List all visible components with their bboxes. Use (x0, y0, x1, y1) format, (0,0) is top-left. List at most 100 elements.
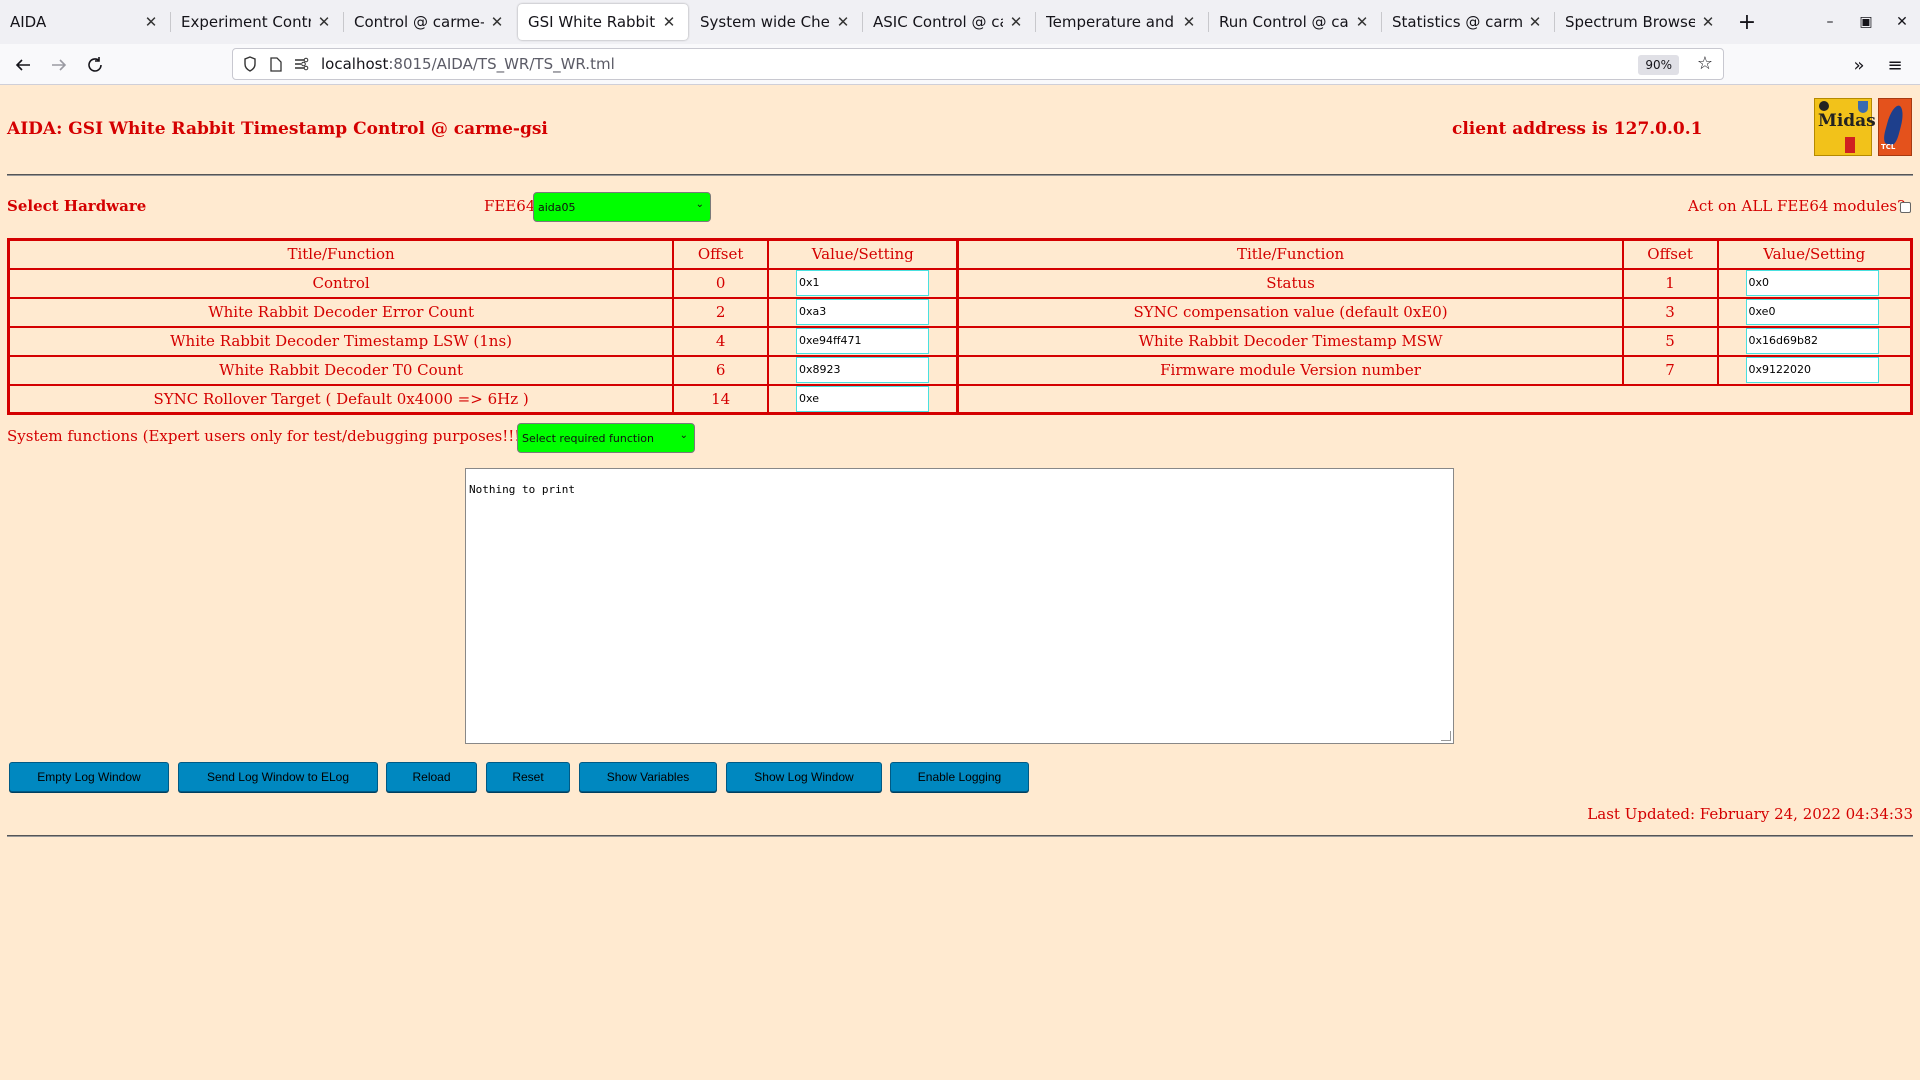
tab-label: Run Control @ carme (1219, 13, 1349, 31)
register-title: White Rabbit Decoder T0 Count (7, 354, 675, 386)
register-title: White Rabbit Decoder Error Count (7, 296, 675, 328)
tab-label: Temperature and stat (1046, 13, 1176, 31)
register-title: White Rabbit Decoder Timestamp MSW (956, 325, 1624, 357)
page-icon[interactable] (267, 55, 285, 73)
zoom-level[interactable]: 90% (1638, 55, 1679, 75)
client-address: client address is 127.0.0.1 (1452, 119, 1703, 139)
register-value-cell: 0x1 (767, 267, 959, 299)
column-header-title: Title/Function (956, 238, 1624, 270)
register-offset: 3 (1621, 296, 1719, 328)
show-variables-button[interactable]: Show Variables (579, 762, 717, 792)
midas-logo-text: Midas (1818, 111, 1876, 131)
tab-aida[interactable]: AIDA ✕ (0, 0, 170, 44)
last-updated: Last Updated: February 24, 2022 04:34:33 (1587, 805, 1913, 823)
close-tab-icon[interactable]: ✕ (315, 13, 333, 31)
tab-asic-control[interactable]: ASIC Control @ carm ✕ (863, 0, 1035, 44)
register-offset: 1 (1621, 267, 1719, 299)
column-header-title: Title/Function (7, 238, 675, 270)
bookmark-star-icon[interactable]: ☆ (1697, 53, 1713, 74)
tab-label: System wide Checks (700, 13, 830, 31)
system-functions-select[interactable]: Select required function ⌄ (517, 423, 695, 453)
act-all-label: Act on ALL FEE64 modules? (1688, 197, 1906, 215)
act-all-checkbox[interactable] (1900, 202, 1911, 213)
register-value-input[interactable]: 0x9122020 (1745, 357, 1879, 383)
tab-spectrum-browser[interactable]: Spectrum Browser @ ✕ (1555, 0, 1727, 44)
register-offset: 7 (1621, 354, 1719, 386)
feather-icon (1882, 103, 1906, 147)
flag-emblem-icon (1845, 137, 1855, 153)
close-tab-icon[interactable]: ✕ (1007, 13, 1025, 31)
register-value-cell: 0xe (767, 383, 959, 415)
close-tab-icon[interactable]: ✕ (1526, 13, 1544, 31)
maximize-icon[interactable]: ▣ (1848, 0, 1884, 44)
new-tab-button[interactable]: + (1727, 0, 1767, 44)
url-host: localhost (321, 55, 389, 73)
empty-log-window-button[interactable]: Empty Log Window (9, 762, 169, 792)
url-text[interactable]: localhost:8015/AIDA/TS_WR/TS_WR.tml (321, 55, 615, 73)
register-value-input[interactable]: 0xe0 (1745, 299, 1879, 325)
minimize-icon[interactable]: – (1812, 0, 1848, 44)
fee64-select[interactable]: aida05 ⌄ (533, 192, 711, 222)
register-value-input[interactable]: 0xa3 (796, 299, 930, 325)
show-log-window-button[interactable]: Show Log Window (726, 762, 882, 792)
close-tab-icon[interactable]: ✕ (1699, 13, 1717, 31)
reload-icon[interactable] (80, 50, 110, 80)
tab-label: Experiment Control @ (181, 13, 311, 31)
close-tab-icon[interactable]: ✕ (1180, 13, 1198, 31)
navigation-toolbar: localhost:8015/AIDA/TS_WR/TS_WR.tml 90% … (0, 44, 1920, 85)
permissions-icon[interactable] (293, 55, 311, 73)
register-value-input[interactable]: 0x0 (1745, 270, 1879, 296)
register-offset: 6 (672, 354, 770, 386)
hamburger-menu-icon[interactable]: ≡ (1880, 50, 1910, 80)
close-tab-icon[interactable]: ✕ (660, 13, 678, 31)
close-tab-icon[interactable]: ✕ (142, 13, 160, 31)
register-title: Firmware module Version number (956, 354, 1624, 386)
overflow-menu-icon[interactable]: » (1844, 50, 1874, 80)
enable-logging-button[interactable]: Enable Logging (890, 762, 1029, 792)
column-header-value: Value/Setting (767, 238, 959, 270)
send-log-to-elog-button[interactable]: Send Log Window to ELog (178, 762, 378, 792)
url-bar[interactable]: localhost:8015/AIDA/TS_WR/TS_WR.tml 90% … (232, 48, 1724, 80)
divider (7, 174, 1913, 176)
close-tab-icon[interactable]: ✕ (488, 13, 506, 31)
register-value-input[interactable]: 0x1 (796, 270, 930, 296)
register-title: SYNC Rollover Target ( Default 0x4000 =>… (7, 383, 675, 415)
tab-temperature[interactable]: Temperature and stat ✕ (1036, 0, 1208, 44)
register-offset: 14 (672, 383, 770, 415)
reload-button[interactable]: Reload (386, 762, 477, 792)
close-tab-icon[interactable]: ✕ (834, 13, 852, 31)
register-value-cell: 0x9122020 (1716, 354, 1913, 386)
tab-gsi-white-rabbit[interactable]: GSI White Rabbit Tim ✕ (518, 4, 688, 40)
close-tab-icon[interactable]: ✕ (1353, 13, 1371, 31)
tab-experiment-control[interactable]: Experiment Control @ ✕ (171, 0, 343, 44)
tab-control[interactable]: Control @ carme-gsi ✕ (344, 0, 516, 44)
register-value-input[interactable]: 0x8923 (796, 357, 930, 383)
table-row: White Rabbit Decoder Error Count 2 0xa3 … (7, 296, 1913, 328)
reset-button[interactable]: Reset (486, 762, 570, 792)
register-value-cell: 0x8923 (767, 354, 959, 386)
register-value-input[interactable]: 0xe (796, 385, 930, 412)
register-value-input[interactable]: 0xe94ff471 (796, 328, 930, 354)
register-value-input[interactable]: 0x16d69b82 (1745, 328, 1879, 354)
select-hardware-label: Select Hardware (7, 197, 147, 215)
close-window-icon[interactable]: ✕ (1884, 0, 1920, 44)
fee64-label: FEE64 (484, 197, 536, 215)
register-offset: 0 (672, 267, 770, 299)
shield-icon[interactable] (241, 55, 259, 73)
midas-logo: Midas (1814, 98, 1876, 156)
back-icon[interactable] (8, 50, 38, 80)
log-text: Nothing to print (469, 483, 575, 496)
tab-run-control[interactable]: Run Control @ carme ✕ (1209, 0, 1381, 44)
column-header-value: Value/Setting (1716, 238, 1913, 270)
log-window[interactable]: Nothing to print (465, 468, 1454, 744)
tab-statistics[interactable]: Statistics @ carme-g ✕ (1382, 0, 1554, 44)
resize-grip-icon[interactable] (1441, 731, 1451, 741)
divider (7, 835, 1913, 837)
register-title: SYNC compensation value (default 0xE0) (956, 296, 1624, 328)
page-content: AIDA: GSI White Rabbit Timestamp Control… (0, 86, 1920, 1080)
table-row: White Rabbit Decoder T0 Count 6 0x8923 F… (7, 354, 1913, 386)
tab-system-wide-checks[interactable]: System wide Checks ✕ (690, 0, 862, 44)
forward-icon[interactable] (44, 50, 74, 80)
logo-mark (1819, 101, 1829, 111)
system-functions-label: System functions (Expert users only for … (7, 427, 527, 445)
